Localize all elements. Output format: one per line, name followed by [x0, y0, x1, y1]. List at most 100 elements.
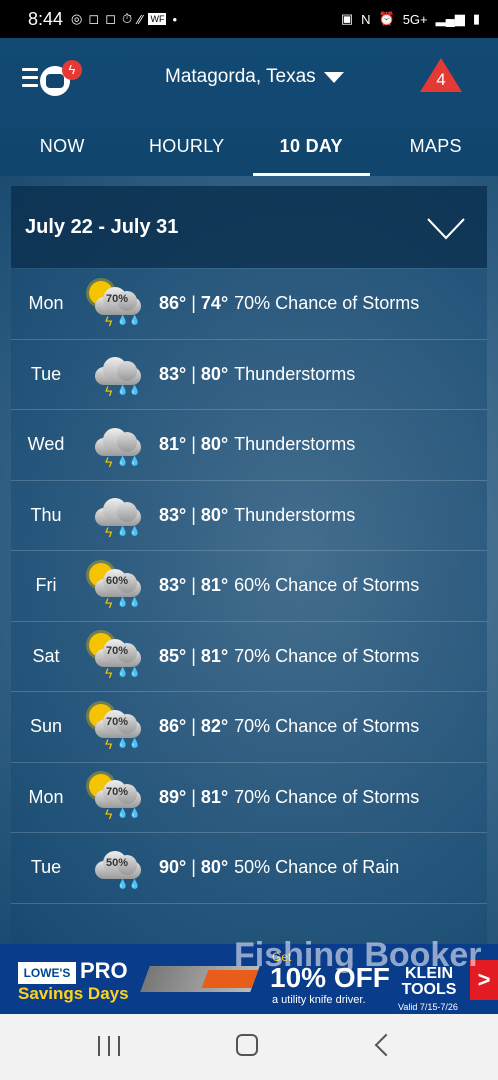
day-label: Sun [29, 716, 63, 737]
date-range-header[interactable]: July 22 - July 31 [11, 186, 487, 268]
low-temp: 82° [200, 716, 229, 737]
day-label: Thu [30, 504, 62, 525]
low-temp: 80° [200, 363, 229, 384]
high-temp: 86° [159, 716, 187, 737]
conditions-label: 60% Chance of Storms [234, 575, 420, 596]
low-temp: 80° [200, 857, 229, 878]
dot-icon: • [172, 11, 178, 27]
lock-icon: ▣ [340, 11, 354, 26]
forecast-row[interactable]: Mon 70% ϟ 💧💧 89° | 81° 70% Chance of Storms [11, 762, 487, 833]
lightning-badge-icon: ϟ [62, 60, 82, 80]
temperature-range: 81° | 80° [159, 434, 229, 455]
precip-percent: 70% [105, 715, 129, 728]
high-temp: 83° [159, 504, 187, 525]
forecast-content: July 22 - July 31 Mon 70% ϟ 💧💧 86° | 74° 70% … [0, 176, 498, 944]
status-left-icons: ◎ ◻ ◻ ⏱ ⁄⁄ WF • [71, 11, 177, 27]
conditions-label: 70% Chance of Storms [234, 293, 420, 314]
wifi-calling-icon: ⁄⁄ [138, 11, 143, 27]
tab-10-day[interactable]: 10 DAY [249, 128, 374, 176]
battery-icon: ▮ [472, 11, 480, 26]
forecast-list: Mon 70% ϟ 💧💧 86° | 74° 70% Chance of Storms Tu… [11, 269, 487, 944]
precip-percent: 70% [105, 645, 129, 658]
home-icon[interactable] [236, 1034, 258, 1056]
sun-storm-icon: 60% ϟ 💧💧 [87, 561, 147, 611]
lowes-logo: LOWE'S [18, 962, 76, 984]
wf-icon: WF [148, 13, 167, 25]
precip-percent: 60% [105, 574, 129, 587]
forecast-row[interactable]: Fri 60% ϟ 💧💧 83° | 81° 60% Chance of Storms [11, 551, 487, 622]
low-temp: 81° [200, 575, 229, 596]
thunderstorm-icon: ϟ 💧💧 [87, 490, 147, 540]
high-temp: 85° [159, 645, 187, 666]
day-label: Tue [30, 857, 62, 878]
temperature-range: 83° | 80° [159, 363, 229, 384]
thunderstorm-icon: ϟ 💧💧 [87, 349, 147, 399]
location-label: Matagorda, Texas [165, 66, 316, 87]
ad-sub-label: a utility knife driver. [272, 994, 366, 1006]
signal-icon: ▂▄▆ [435, 11, 465, 26]
day-label: Fri [35, 575, 57, 596]
tab-maps[interactable]: MAPS [374, 128, 498, 176]
instagram-icon: ◻ [88, 11, 100, 26]
day-label: Mon [28, 293, 64, 314]
forecast-row[interactable]: Sun 70% ϟ 💧💧 86° | 82° 70% Chance of Storms [11, 692, 487, 763]
conditions-label: Thunderstorms [234, 434, 356, 455]
temperature-range: 89° | 81° [159, 786, 229, 807]
low-temp: 81° [200, 645, 229, 666]
forecast-row[interactable]: Thu ϟ 💧💧 83° | 80° Thunderstorms [11, 480, 487, 551]
5g-icon: 5G+ [402, 11, 428, 27]
precip-percent: 50% [105, 856, 129, 869]
conditions-label: 50% Chance of Rain [234, 857, 400, 878]
tab-hourly[interactable]: HOURLY [125, 128, 250, 176]
low-temp: 80° [200, 434, 229, 455]
forecast-row[interactable]: Wed ϟ 💧💧 81° | 80° Thunderstorms [11, 410, 487, 481]
status-right-icons: ▣ N ⏰ 5G+ ▂▄▆ ▮ [341, 11, 480, 27]
caret-down-icon [323, 71, 344, 83]
tab-bar: NOW HOURLY 10 DAY MAPS [0, 128, 498, 176]
menu-button[interactable]: ϟ [22, 60, 84, 100]
app-bar: ϟ Matagorda, Texas 4 NOW HOURLY 10 DAY M… [0, 38, 498, 176]
ad-savings-label: Savings Days [18, 984, 129, 1003]
conditions-label: Thunderstorms [234, 363, 356, 384]
alarm-icon: ⏰ [378, 11, 395, 26]
sun-storm-icon: 70% ϟ 💧💧 [87, 279, 147, 329]
temperature-range: 90° | 80° [159, 857, 229, 878]
watermark-logo: Fishing Booker [234, 936, 482, 974]
nfc-icon: N [361, 11, 371, 27]
sun-storm-icon: 70% ϟ 💧💧 [87, 631, 147, 681]
timer-icon: ⏱ [121, 11, 133, 26]
temperature-range: 83° | 80° [159, 504, 229, 525]
location-selector[interactable]: Matagorda, Texas [165, 66, 344, 88]
low-temp: 81° [200, 786, 229, 807]
chevron-down-icon [427, 218, 465, 240]
conditions-label: 70% Chance of Storms [234, 716, 420, 737]
day-label: Sat [32, 645, 60, 666]
tab-now[interactable]: NOW [0, 128, 125, 176]
temperature-range: 86° | 74° [159, 293, 229, 314]
forecast-row[interactable]: Tue 50% 💧💧 90° | 80° 50% Chance of Rain [11, 833, 487, 904]
conditions-label: 70% Chance of Storms [234, 645, 420, 666]
back-icon[interactable] [374, 1033, 398, 1057]
forecast-row[interactable]: Tue ϟ 💧💧 83° | 80° Thunderstorms [11, 339, 487, 410]
low-temp: 80° [200, 504, 229, 525]
temperature-range: 83° | 81° [159, 575, 229, 596]
forecast-row[interactable]: Mon 70% ϟ 💧💧 86° | 74° 70% Chance of Storms [11, 269, 487, 340]
high-temp: 83° [159, 363, 187, 384]
day-label: Wed [27, 434, 65, 455]
alert-count: 4 [436, 70, 446, 89]
forecast-row[interactable]: Sat 70% ϟ 💧💧 85° | 81° 70% Chance of Storms [11, 621, 487, 692]
conditions-label: 70% Chance of Storms [234, 786, 420, 807]
low-temp: 74° [200, 293, 229, 314]
sun-storm-icon: 70% ϟ 💧💧 [87, 702, 147, 752]
temperature-range: 86° | 82° [159, 716, 229, 737]
recent-apps-icon[interactable] [98, 1036, 120, 1056]
alerts-button[interactable]: 4 [420, 58, 462, 94]
conditions-label: Thunderstorms [234, 504, 356, 525]
high-temp: 89° [159, 786, 187, 807]
status-bar: 8:44 ◎ ◻ ◻ ⏱ ⁄⁄ WF • ▣ N ⏰ 5G+ ▂▄▆ ▮ [0, 0, 498, 38]
sun-storm-icon: 70% ϟ 💧💧 [87, 772, 147, 822]
high-temp: 81° [159, 434, 187, 455]
date-range-label: July 22 - July 31 [25, 215, 179, 238]
high-temp: 83° [159, 575, 187, 596]
high-temp: 86° [159, 293, 187, 314]
